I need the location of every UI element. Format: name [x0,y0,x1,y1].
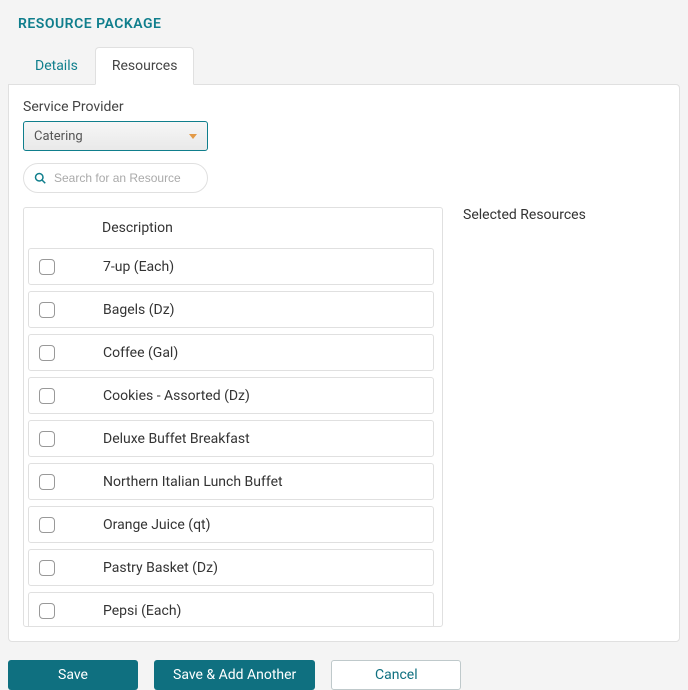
checkbox[interactable] [39,345,55,361]
save-add-another-button[interactable]: Save & Add Another [154,660,315,690]
list-item: Pepsi (Each) [28,592,434,626]
panel-resources: Service Provider Catering Description 7-… [8,84,680,642]
page-title: RESOURCE PACKAGE [8,8,680,46]
list-body[interactable]: 7-up (Each) Bagels (Dz) Coffee (Gal) Cookie… [24,248,442,626]
list-item-description: Bagels (Dz) [103,302,433,318]
list-item-description: Deluxe Buffet Breakfast [103,431,433,447]
resource-list: Description 7-up (Each) Bagels (Dz) Coffee… [23,207,443,627]
checkbox[interactable] [39,259,55,275]
checkbox[interactable] [39,560,55,576]
tab-details[interactable]: Details [18,47,95,85]
checkbox[interactable] [39,517,55,533]
service-provider-label: Service Provider [23,99,665,115]
search-container [23,163,208,193]
tabs: Details Resources [8,46,680,84]
list-item: Bagels (Dz) [28,291,434,328]
checkbox[interactable] [39,388,55,404]
checkbox[interactable] [39,474,55,490]
list-item: Coffee (Gal) [28,334,434,371]
list-item: Deluxe Buffet Breakfast [28,420,434,457]
list-item-description: Northern Italian Lunch Buffet [103,474,433,490]
list-item-description: Cookies - Assorted (Dz) [103,388,433,404]
checkbox[interactable] [39,302,55,318]
checkbox[interactable] [39,431,55,447]
list-item-description: Pastry Basket (Dz) [103,560,433,576]
selected-resources-label: Selected Resources [463,207,665,223]
service-provider-value: Catering [34,129,83,144]
search-icon [34,172,46,184]
footer-buttons: Save Save & Add Another Cancel [8,642,680,690]
list-item: 7-up (Each) [28,248,434,285]
list-item-description: Orange Juice (qt) [103,517,433,533]
chevron-down-icon [189,134,197,139]
save-button[interactable]: Save [8,660,138,690]
list-item: Pastry Basket (Dz) [28,549,434,586]
service-provider-dropdown[interactable]: Catering [23,121,208,151]
checkbox[interactable] [39,603,55,619]
list-item-description: Coffee (Gal) [103,345,433,361]
list-item: Orange Juice (qt) [28,506,434,543]
list-item-description: Pepsi (Each) [103,603,433,619]
list-header-description: Description [102,220,442,236]
list-item: Cookies - Assorted (Dz) [28,377,434,414]
list-item: Northern Italian Lunch Buffet [28,463,434,500]
cancel-button[interactable]: Cancel [331,660,461,690]
search-input[interactable] [52,170,197,186]
list-item-description: 7-up (Each) [103,259,433,275]
tab-resources[interactable]: Resources [95,47,195,85]
